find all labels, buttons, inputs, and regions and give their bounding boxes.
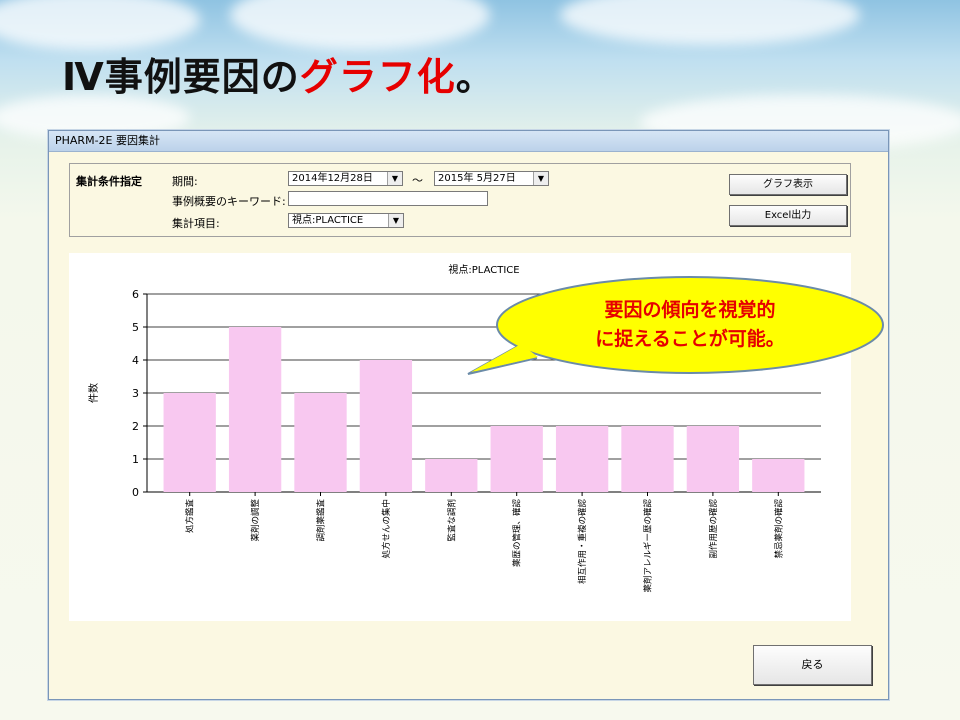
y-axis-label: 件数 xyxy=(87,383,100,403)
keyword-label: 事例概要のキーワード: xyxy=(172,195,286,208)
excel-export-button[interactable]: Excel出力 xyxy=(729,205,847,226)
y-tick-label: 2 xyxy=(132,420,139,433)
chart-title: 視点:PLACTICE xyxy=(448,263,519,276)
chart-area: 視点:PLACTICE 件数 0 1 2 3 4 5 6 処方鑑査 薬剤の調整 調剤薬鑑査 処方せんの集… xyxy=(69,253,851,621)
chevron-down-icon[interactable]: ▼ xyxy=(387,172,402,185)
bar xyxy=(425,459,478,492)
x-tick-label: 相互作用・重複の確認 xyxy=(577,499,588,585)
slide-title-accent: グラフ化 xyxy=(299,55,456,99)
bar xyxy=(490,426,543,492)
period-to-value: 2015年 5月27日 xyxy=(438,173,516,184)
y-tick-label: 6 xyxy=(132,288,139,301)
graph-button[interactable]: グラフ表示 xyxy=(729,174,847,195)
x-tick-label: 禁忌薬剤の確認 xyxy=(773,499,784,559)
period-from-select[interactable]: 2014年12月28日 ▼ xyxy=(288,171,403,186)
window-title: PHARM-2E 要因集計 xyxy=(55,134,160,147)
bar xyxy=(621,426,674,492)
x-tick-label: 薬剤の調整 xyxy=(250,499,261,542)
bar xyxy=(555,426,609,492)
bar xyxy=(359,360,413,492)
period-from-value: 2014年12月28日 xyxy=(292,173,373,184)
cloud xyxy=(230,0,490,50)
cloud xyxy=(560,0,860,45)
x-tick-label: 調剤薬鑑査 xyxy=(316,499,327,542)
app-window: PHARM-2E 要因集計 集計条件指定 期間: 2014年12月28日 ▼ ～… xyxy=(48,130,889,700)
item-label: 集計項目: xyxy=(172,217,220,230)
bar xyxy=(686,426,740,492)
bar-chart: 視点:PLACTICE 件数 0 1 2 3 4 5 6 処方鑑査 薬剤の調整 調剤薬鑑査 処方せんの集… xyxy=(87,263,821,593)
period-separator: ～ xyxy=(412,174,423,187)
y-tick-label: 5 xyxy=(132,321,139,334)
period-label: 期間: xyxy=(172,175,198,188)
y-tick-label: 4 xyxy=(132,354,139,367)
bar xyxy=(752,459,805,492)
window-titlebar[interactable]: PHARM-2E 要因集計 xyxy=(49,131,888,152)
criteria-group: 集計条件指定 期間: 2014年12月28日 ▼ ～ 2015年 5月27日 ▼… xyxy=(69,163,851,237)
x-tick-label: 処方鑑査 xyxy=(185,499,196,534)
y-tick-label: 0 xyxy=(132,486,139,499)
cloud xyxy=(0,0,200,50)
y-tick-label: 1 xyxy=(132,453,139,466)
chevron-down-icon[interactable]: ▼ xyxy=(533,172,548,185)
bar xyxy=(294,393,347,492)
x-tick-label: 薬剤アレルギー歴の確認 xyxy=(643,499,654,593)
back-button[interactable]: 戻る xyxy=(753,645,872,685)
criteria-group-label: 集計条件指定 xyxy=(76,175,142,188)
x-tick-label: 副作用歴の確認 xyxy=(708,499,719,559)
bar xyxy=(163,393,216,492)
item-select[interactable]: 視点:PLACTICE ▼ xyxy=(288,213,404,228)
item-value: 視点:PLACTICE xyxy=(292,215,364,226)
bar xyxy=(228,327,282,492)
slide-title-suffix: 。 xyxy=(455,55,495,99)
x-tick-label: 処方せんの集中 xyxy=(381,499,392,559)
slide-title-prefix: Ⅳ事例要因の xyxy=(62,55,300,99)
slide-title: Ⅳ事例要因のグラフ化。 xyxy=(62,46,495,101)
keyword-input[interactable] xyxy=(288,191,488,206)
chevron-down-icon[interactable]: ▼ xyxy=(388,214,403,227)
x-tick-label: 薬歴の管理、確認 xyxy=(512,499,523,568)
x-tick-label: 監査な調剤 xyxy=(446,499,457,542)
period-to-select[interactable]: 2015年 5月27日 ▼ xyxy=(434,171,549,186)
y-tick-label: 3 xyxy=(132,387,139,400)
